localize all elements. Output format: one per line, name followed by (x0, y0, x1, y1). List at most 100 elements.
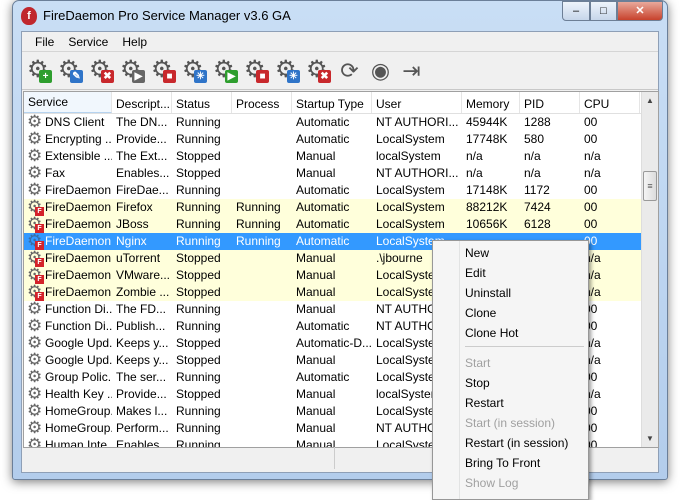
cell-cpu: n/a (584, 285, 601, 299)
uninstall-in-session-icon: ✖ (318, 70, 331, 83)
cell-startup-type: Manual (296, 251, 336, 265)
service-name: FireDaemon... (45, 251, 112, 265)
cell-process (232, 318, 292, 335)
cell-process (232, 352, 292, 369)
cell-pid: 7424 (524, 200, 551, 214)
edit-service-button[interactable]: ⚙ ✎ (57, 57, 84, 84)
pause-service-icon: ✳ (194, 70, 207, 83)
cell-descript: Publish... (116, 319, 166, 333)
column-header-5[interactable]: User (372, 92, 462, 113)
stop-in-session-button[interactable]: ⚙ ■ (243, 57, 270, 84)
minimize-button[interactable]: – (562, 1, 590, 21)
cell-startup-type: Manual (296, 285, 336, 299)
cell-startup-type: Automatic (296, 319, 350, 333)
cell-startup-type: Automatic (296, 217, 350, 231)
cell-process (232, 369, 292, 386)
menu-file[interactable]: File (28, 32, 61, 51)
cell-status: Stopped (176, 336, 221, 350)
uninstall-in-session-button[interactable]: ⚙ ✖ (305, 57, 332, 84)
service-name: FireDaemon... (45, 268, 112, 282)
column-header-2[interactable]: Status (172, 92, 232, 113)
cell-user: NT AUTHORI... (376, 166, 459, 180)
exit-icon: ⇥ (402, 58, 421, 83)
cell-status: Running (176, 370, 221, 384)
table-row[interactable]: ⚙ Extensible ... The Ext... Stopped Manual lo… (24, 148, 658, 165)
cell-service: ⚙FFireDaemon... (24, 267, 112, 284)
column-header-7[interactable]: PID (520, 92, 580, 113)
table-row[interactable]: ⚙ Fax Enables... Stopped Manual NT AUTHORI...… (24, 165, 658, 182)
context-menu-item-restart[interactable]: Restart (433, 393, 588, 413)
cell-descript: Zombie ... (116, 285, 170, 299)
context-menu-item-clone[interactable]: Clone (433, 303, 588, 323)
cell-descript: Perform... (116, 421, 169, 435)
cell-status: Running (176, 302, 221, 316)
context-menu-item-show-log: Show Log (465, 476, 519, 490)
uninstall-service-icon: ✖ (101, 70, 114, 83)
gear-icon: ⚙ (27, 403, 43, 420)
cell-service: ⚙FFireDaemon... (24, 250, 112, 267)
service-name: FireDaemon... (45, 234, 112, 248)
table-row[interactable]: ⚙ DNS Client The DN... Running Automatic NT A… (24, 114, 658, 131)
table-row[interactable]: ⚙FireDaemon... FireDae... Running Automatic… (24, 182, 658, 199)
context-menu-item-start: Start (465, 356, 491, 370)
cell-process (232, 165, 292, 182)
menu-help[interactable]: Help (115, 32, 154, 51)
column-header-8[interactable]: CPU (580, 92, 640, 113)
cell-cpu: 00 (584, 421, 598, 435)
firedaemon-icon: F (35, 223, 44, 233)
gear-icon: ⚙F (27, 267, 44, 284)
pause-service-button[interactable]: ⚙ ✳ (181, 57, 208, 84)
start-in-session-button[interactable]: ⚙ ▶ (212, 57, 239, 84)
scrollbar-thumb[interactable]: ≡ (643, 171, 657, 201)
gear-icon: ⚙F (27, 216, 44, 233)
scroll-up-icon[interactable]: ▲ (642, 96, 658, 105)
context-menu-item-edit[interactable]: Edit (433, 263, 588, 283)
table-row[interactable]: ⚙ Encrypting ... Provide... Running Automati… (24, 131, 658, 148)
cell-memory: 88212K (466, 200, 508, 214)
cell-status: Stopped (176, 285, 221, 299)
cell-memory: 17748K (466, 132, 508, 146)
table-row[interactable]: ⚙FFireDaemon... Firefox Running Running Auto… (24, 199, 658, 216)
start-service-button[interactable]: ⚙ ▶ (119, 57, 146, 84)
cell-startup-type: Automatic (296, 132, 350, 146)
context-menu-item-uninstall[interactable]: Uninstall (433, 283, 588, 303)
cell-startup-type: Manual (296, 149, 336, 163)
cell-service: ⚙ Function Di... (24, 318, 112, 335)
context-menu-item-bring-to-front[interactable]: Bring To Front (433, 453, 588, 473)
cell-cpu: 00 (584, 200, 598, 214)
table-row[interactable]: ⚙FFireDaemon... JBoss Running Running Automa… (24, 216, 658, 233)
exit-button[interactable]: ⇥ (398, 57, 425, 84)
uninstall-service-button[interactable]: ⚙ ✖ (88, 57, 115, 84)
column-header-0[interactable]: Service (24, 92, 112, 113)
cell-cpu: n/a (584, 336, 601, 350)
new-service-button[interactable]: ⚙ + (26, 57, 53, 84)
cell-descript: Makes l... (116, 404, 168, 418)
stop-service-button[interactable]: ⚙ ■ (150, 57, 177, 84)
close-button[interactable]: ✕ (617, 1, 663, 21)
cell-user: LocalSystem (376, 200, 445, 214)
column-header-6[interactable]: Memory (462, 92, 520, 113)
cell-service: ⚙HomeGroup... (24, 420, 112, 437)
cell-status: Stopped (176, 251, 221, 265)
menu-service[interactable]: Service (61, 32, 115, 51)
scroll-down-icon[interactable]: ▼ (642, 434, 658, 443)
maximize-button[interactable]: □ (590, 1, 617, 21)
cell-service: ⚙ Function Di... (24, 301, 112, 318)
pause-in-session-button[interactable]: ⚙ ✳ (274, 57, 301, 84)
cell-service: ⚙ Google Upd... (24, 335, 112, 352)
cell-user: LocalSystem (376, 183, 445, 197)
context-menu-item-new[interactable]: New (433, 243, 588, 263)
vertical-scrollbar[interactable]: ▲ ≡ ▼ (641, 92, 658, 447)
cell-status: Stopped (176, 166, 221, 180)
view-icon: ◉ (370, 58, 391, 83)
context-menu-item-clone-hot[interactable]: Clone Hot (433, 323, 588, 343)
column-header-1[interactable]: Descript... (112, 92, 172, 113)
service-name: FireDaemon... (45, 217, 112, 231)
column-header-3[interactable]: Process (232, 92, 292, 113)
refresh-button[interactable]: ⟳ (336, 57, 363, 84)
column-header-4[interactable]: Startup Type (292, 92, 372, 113)
context-menu-item-stop[interactable]: Stop (433, 373, 588, 393)
view-button[interactable]: ◉ (367, 57, 394, 84)
cell-startup-type: Manual (296, 404, 336, 418)
context-menu-item-restart-in-session[interactable]: Restart (in session) (433, 433, 588, 453)
